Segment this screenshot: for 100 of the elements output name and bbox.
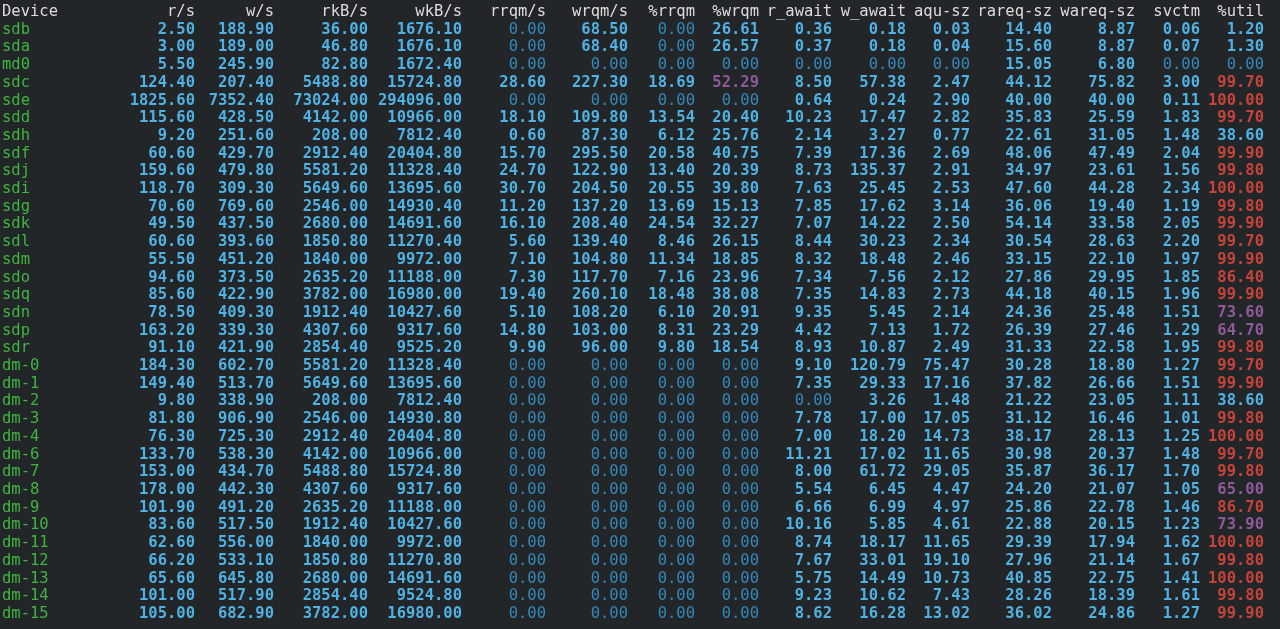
metric-value: 602.70 [218, 357, 274, 375]
metric-value: 339.30 [218, 321, 274, 340]
metric-value: 75.47 [923, 357, 970, 375]
metric-value: 725.30 [218, 427, 274, 446]
metric-value: 31.05 [1088, 126, 1135, 145]
device-name: sdl [2, 233, 30, 251]
metric-value: 0.00 [721, 534, 759, 552]
metric-value: 52.29 [712, 73, 759, 92]
metric-value: 429.70 [218, 144, 274, 163]
metric-value: 18.69 [648, 73, 695, 92]
metric-value: 1.96 [1162, 286, 1200, 304]
metric-value: 2854.40 [302, 587, 368, 605]
metric-value: 0.00 [721, 91, 759, 110]
metric-value: 0.00 [794, 56, 832, 74]
metric-value: 35.83 [1005, 109, 1052, 127]
metric-value: 1.67 [1162, 551, 1200, 570]
column-header: rrqm/s [490, 3, 546, 21]
metric-value: 27.86 [1005, 268, 1052, 287]
column-header: %rrqm [648, 3, 695, 21]
metric-value: 99.70 [1217, 233, 1264, 251]
metric-value: 6.45 [868, 481, 906, 499]
metric-value: 0.00 [508, 392, 546, 411]
metric-value: 26.39 [1005, 321, 1052, 340]
metric-value: 188.90 [218, 20, 274, 39]
metric-value: 9.10 [794, 357, 832, 375]
metric-value: 0.37 [794, 38, 832, 57]
metric-value: 14691.60 [387, 215, 462, 234]
metric-value: 17.05 [923, 410, 970, 428]
metric-value: 2.34 [932, 233, 970, 251]
metric-value: 2680.00 [302, 569, 368, 588]
metric-value: 1.51 [1162, 303, 1200, 322]
metric-value: 65.60 [148, 569, 195, 588]
metric-value: 25.86 [1005, 498, 1052, 517]
device-name: sdf [2, 144, 30, 163]
metric-value: 13.02 [923, 604, 970, 623]
metric-value: 17.16 [923, 374, 970, 393]
metric-value: 10966.00 [387, 445, 462, 464]
metric-value: 184.30 [139, 357, 195, 375]
metric-value: 135.37 [850, 162, 906, 181]
metric-value: 7.10 [508, 250, 546, 269]
metric-value: 29.33 [859, 374, 906, 393]
metric-value: 2.91 [932, 162, 970, 181]
metric-value: 1840.00 [302, 250, 368, 269]
metric-value: 9317.60 [396, 481, 462, 499]
device-name: dm-12 [2, 551, 49, 570]
metric-value: 0.00 [657, 569, 695, 588]
metric-value: 9972.00 [396, 250, 462, 269]
column-header: Device [2, 3, 58, 21]
metric-value: 11328.40 [387, 357, 462, 375]
metric-value: 14.49 [859, 569, 906, 588]
metric-value: 15.70 [499, 144, 546, 163]
metric-value: 1.70 [1162, 463, 1200, 481]
device-name: dm-2 [2, 392, 40, 411]
metric-value: 60.60 [148, 144, 195, 163]
metric-value: 65.00 [1217, 481, 1264, 499]
metric-value: 7.35 [794, 286, 832, 304]
metric-value: 0.00 [657, 410, 695, 428]
metric-value: 0.00 [657, 20, 695, 39]
metric-value: 100.00 [1208, 180, 1264, 198]
device-name: md0 [2, 56, 30, 74]
metric-value: 94.60 [148, 268, 195, 287]
metric-value: 4142.00 [302, 445, 368, 464]
metric-value: 33.15 [1005, 250, 1052, 269]
metric-value: 109.80 [572, 109, 628, 127]
metric-value: 2.05 [1162, 215, 1200, 234]
metric-value: 1.19 [1162, 197, 1200, 216]
metric-value: 2854.40 [302, 339, 368, 358]
metric-value: 40.85 [1005, 569, 1052, 588]
metric-value: 7.56 [868, 268, 906, 287]
metric-value: 0.00 [508, 516, 546, 535]
metric-value: 30.23 [859, 233, 906, 251]
metric-value: 2.04 [1162, 144, 1200, 163]
metric-value: 18.80 [1088, 357, 1135, 375]
metric-value: 26.66 [1088, 374, 1135, 393]
metric-value: 1.51 [1162, 374, 1200, 393]
metric-value: 17.02 [859, 445, 906, 464]
device-name: dm-14 [2, 587, 49, 605]
metric-value: 30.70 [499, 180, 546, 198]
metric-value: 99.90 [1217, 374, 1264, 393]
device-name: sdg [2, 197, 30, 216]
column-header: r_await [766, 3, 832, 21]
metric-value: 0.77 [932, 126, 970, 145]
metric-value: 0.00 [590, 587, 628, 605]
metric-value: 120.79 [850, 357, 906, 375]
metric-value: 99.80 [1217, 339, 1264, 358]
metric-value: 7.78 [794, 410, 832, 428]
metric-value: 25.76 [712, 126, 759, 145]
metric-value: 906.90 [218, 410, 274, 428]
metric-value: 0.18 [868, 38, 906, 57]
metric-value: 0.00 [657, 587, 695, 605]
metric-value: 1.61 [1162, 587, 1200, 605]
metric-value: 99.80 [1217, 410, 1264, 428]
metric-value: 28.63 [1088, 233, 1135, 251]
metric-value: 137.20 [572, 197, 628, 216]
column-header: w_await [840, 3, 906, 21]
metric-value: 99.90 [1217, 215, 1264, 234]
device-name: dm-6 [2, 445, 40, 464]
device-name: dm-3 [2, 410, 40, 428]
metric-value: 17.47 [859, 109, 906, 127]
metric-value: 2912.40 [302, 427, 368, 446]
